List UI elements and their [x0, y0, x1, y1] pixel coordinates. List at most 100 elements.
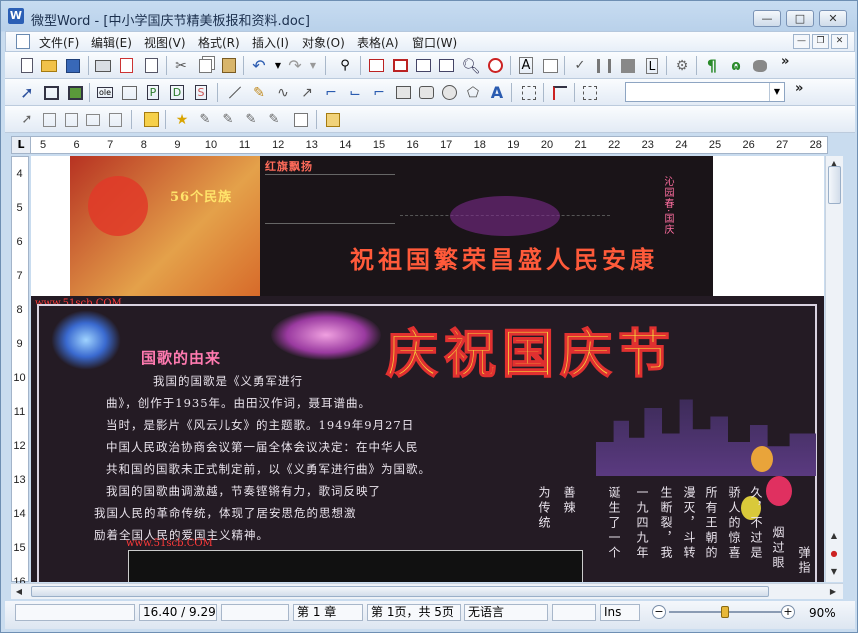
blackboard-image-1[interactable]: 56个民族 红旗飘扬 沁园春·国庆 祝祖国繁荣昌盛人民安康 — [70, 156, 713, 296]
notes-icon[interactable] — [291, 110, 311, 129]
doc-minimize-button[interactable]: — — [793, 34, 810, 49]
zoom-slider-track[interactable] — [669, 606, 781, 618]
tab-stop-selector[interactable]: L — [11, 136, 31, 154]
menu-format[interactable]: 格式(R) — [198, 34, 240, 51]
object-select-icon[interactable] — [580, 83, 600, 102]
menu-file[interactable]: 文件(F) — [39, 34, 79, 51]
open-folder-icon[interactable] — [39, 56, 59, 75]
review-icon[interactable] — [323, 110, 343, 129]
maximize-button[interactable]: □ — [786, 10, 814, 27]
tag-icon-3[interactable]: ✎ — [241, 110, 261, 129]
s-frame-icon[interactable]: S — [191, 83, 211, 102]
horizontal-scroll-thumb[interactable] — [31, 586, 769, 597]
zoom-in-icon[interactable]: + — [781, 605, 795, 619]
tag-icon-2[interactable]: ✎ — [218, 110, 238, 129]
ole-object-icon[interactable]: ole — [95, 83, 115, 102]
group-order-icon[interactable] — [550, 83, 570, 102]
find-binoculars-icon[interactable]: ⚲ — [335, 56, 355, 75]
print-preview-icon[interactable] — [141, 56, 161, 75]
database-icon[interactable] — [750, 56, 770, 75]
crop-icon[interactable] — [119, 83, 139, 102]
form-list-icon[interactable] — [105, 110, 125, 129]
menu-table[interactable]: 表格(A) — [357, 34, 399, 51]
horizontal-scrollbar[interactable]: ◀ ▶ — [11, 583, 843, 599]
cut-icon[interactable]: ✂ — [171, 56, 191, 75]
two-page-view-icon[interactable] — [436, 56, 456, 75]
menu-insert[interactable]: 插入(I) — [252, 34, 289, 51]
select-arrow-icon[interactable]: ➚ — [17, 83, 37, 102]
shapes-tool-icon[interactable]: ⬠ — [463, 83, 483, 102]
close-button[interactable]: ✕ — [819, 10, 847, 27]
star-tag-icon[interactable]: ★ — [172, 110, 192, 129]
curve-tool-icon[interactable]: ∿ — [273, 83, 293, 102]
connector-icon[interactable]: ⌐ — [321, 83, 341, 102]
new-document-icon[interactable] — [17, 56, 37, 75]
scroll-right-arrow-icon[interactable]: ▶ — [825, 584, 841, 600]
ellipse-tool-icon[interactable] — [439, 83, 459, 102]
zoom-magnifier-icon[interactable]: 🔍︎ — [461, 56, 481, 75]
paragraph-mark-icon[interactable]: ¶ — [702, 56, 722, 75]
zoom-out-icon[interactable]: − — [652, 605, 666, 619]
toolbar-more-button[interactable]: » — [781, 54, 789, 69]
document-icon[interactable] — [16, 34, 30, 49]
rectangle-tool-icon[interactable] — [393, 83, 413, 102]
word-app-icon[interactable]: W — [8, 8, 24, 24]
step-connector-icon[interactable]: ⌐ — [369, 83, 389, 102]
rounded-rect-tool-icon[interactable] — [416, 83, 436, 102]
menu-edit[interactable]: 编辑(E) — [91, 34, 132, 51]
page-number-icon[interactable] — [366, 56, 386, 75]
copy-icon[interactable] — [195, 56, 215, 75]
pdf-export-icon[interactable] — [116, 56, 136, 75]
elbow-connector-icon[interactable]: ⌙ — [345, 83, 365, 102]
wordart-icon[interactable]: A — [487, 83, 507, 102]
select-frame-icon[interactable] — [41, 83, 61, 102]
d-frame-icon[interactable]: D — [167, 83, 187, 102]
form-highlight-icon[interactable] — [141, 110, 161, 129]
vertical-scroll-thumb[interactable] — [828, 166, 841, 204]
insert-image-icon[interactable] — [540, 56, 560, 75]
line-tool-icon[interactable] — [225, 83, 245, 102]
zoom-percent-icon[interactable] — [485, 56, 505, 75]
frame-icon[interactable]: L — [642, 56, 662, 75]
arrow-line-icon[interactable]: ↗ — [297, 83, 317, 102]
font-dropdown-arrow-icon[interactable]: ▼ — [769, 83, 784, 101]
drawing-toolbar-more-button[interactable]: » — [795, 81, 803, 96]
menu-view[interactable]: 视图(V) — [144, 34, 186, 51]
pencil-tool-icon[interactable]: ✎ — [249, 83, 269, 102]
menu-object[interactable]: 对象(O) — [302, 34, 345, 51]
font-select-box[interactable]: ▼ — [625, 82, 785, 102]
zoom-slider-thumb[interactable] — [721, 606, 729, 618]
doc-close-button[interactable]: ✕ — [831, 34, 848, 49]
align-icon[interactable] — [519, 83, 539, 102]
paste-icon[interactable] — [219, 56, 239, 75]
form-field-icon[interactable] — [83, 110, 103, 129]
redo-icon[interactable]: ↷ — [285, 56, 305, 75]
print-icon[interactable] — [93, 56, 113, 75]
prev-page-icon[interactable]: ▲ — [826, 528, 842, 544]
text-box-icon[interactable]: A — [516, 56, 536, 75]
status-insert-mode[interactable]: Ins — [600, 604, 640, 621]
spellcheck-icon[interactable]: ✓ — [570, 56, 590, 75]
picture-frame-icon[interactable] — [65, 83, 85, 102]
chart-icon[interactable] — [594, 56, 614, 75]
next-page-icon[interactable]: ▼ — [826, 564, 842, 580]
normal-view-icon[interactable] — [413, 56, 433, 75]
layers-icon[interactable] — [618, 56, 638, 75]
redo-dropdown-icon[interactable]: ▼ — [303, 56, 323, 75]
symbols-icon[interactable]: ɷ — [726, 56, 746, 75]
minimize-button[interactable]: — — [753, 10, 781, 27]
page-view-icon[interactable] — [390, 56, 410, 75]
settings-icon[interactable]: ⚙ — [672, 56, 692, 75]
document-area[interactable]: 56个民族 红旗飘扬 沁园春·国庆 祝祖国繁荣昌盛人民安康 www.51scb.… — [31, 156, 824, 582]
browse-object-icon[interactable]: ● — [826, 546, 842, 562]
form-check-icon[interactable] — [61, 110, 81, 129]
form-pointer-icon[interactable]: ➚ — [17, 110, 37, 129]
form-edit-icon[interactable] — [39, 110, 59, 129]
save-icon[interactable] — [63, 56, 83, 75]
undo-icon[interactable]: ↶ — [249, 56, 269, 75]
tag-icon-1[interactable]: ✎ — [195, 110, 215, 129]
doc-restore-button[interactable]: ❐ — [812, 34, 829, 49]
tag-icon-4[interactable]: ✎ — [264, 110, 284, 129]
p-frame-icon[interactable]: P — [143, 83, 163, 102]
vertical-scrollbar[interactable]: ▲ ▲ ● ▼ — [825, 156, 843, 582]
